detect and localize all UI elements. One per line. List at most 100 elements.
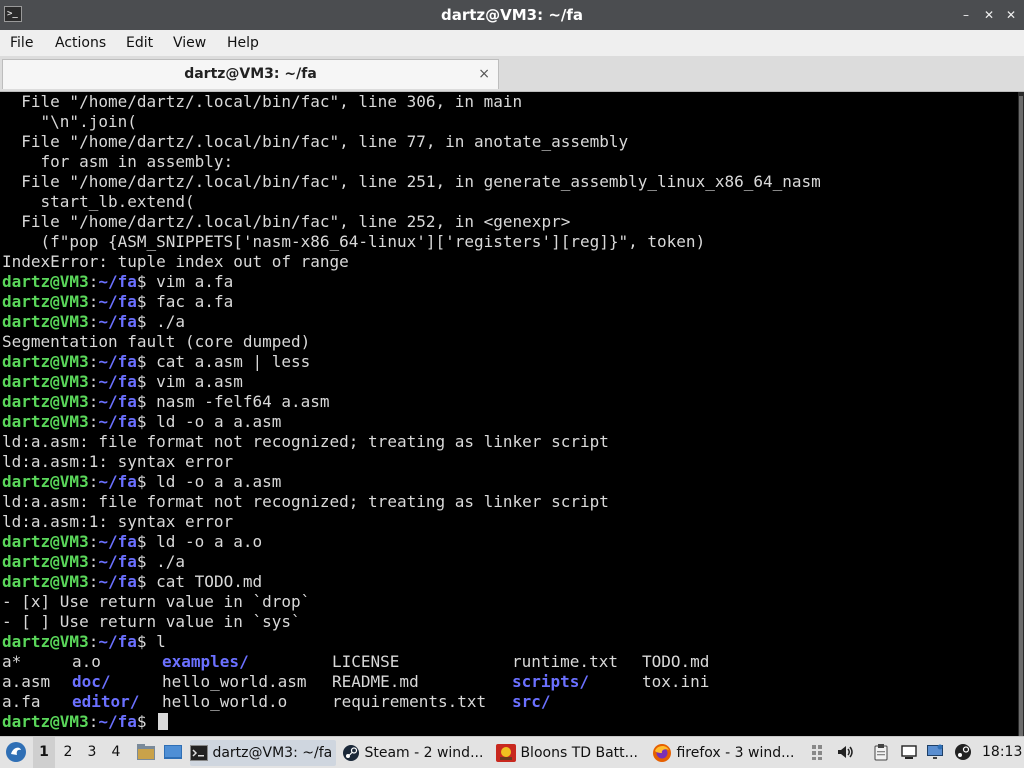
ls-file: hello_world.asm — [162, 672, 307, 691]
prompt-path: ~/fa — [98, 272, 137, 291]
task-terminal[interactable]: dartz@VM3: ~/fa — [190, 740, 336, 766]
prompt-user: dartz@VM3 — [2, 572, 89, 591]
tab-close-icon[interactable]: × — [478, 60, 490, 88]
prompt-user: dartz@VM3 — [2, 372, 89, 391]
ls-file: a.asm — [2, 672, 51, 691]
steam-tray-icon[interactable] — [954, 743, 972, 761]
prompt-line: dartz@VM3:~/fa$ ./a — [2, 312, 821, 332]
prompt-separator: : — [88, 372, 99, 391]
ls-file: a.fa — [2, 692, 41, 711]
menu-file[interactable]: File — [10, 30, 33, 56]
prompt-user: dartz@VM3 — [2, 392, 89, 411]
terminal-line: File "/home/dartz/.local/bin/fac", line … — [2, 92, 523, 111]
terminal-cursor — [158, 713, 169, 730]
prompt-line: dartz@VM3:~/fa$ cat TODO.md — [2, 572, 821, 592]
ls-directory: editor/ — [72, 692, 140, 711]
menu-edit[interactable]: Edit — [126, 30, 153, 56]
ls-directory: scripts/ — [512, 672, 590, 691]
clipboard-icon[interactable] — [872, 743, 890, 761]
minimize-button[interactable]: – — [955, 0, 977, 30]
prompt-path: ~/fa — [98, 412, 137, 431]
terminal-icon — [190, 745, 208, 761]
prompt-user: dartz@VM3 — [2, 712, 89, 731]
command-text: vim a.fa — [156, 272, 234, 291]
ls-directory: doc/ — [72, 672, 111, 691]
prompt-separator: : — [88, 712, 99, 731]
task-label: Steam - 2 wind... — [364, 745, 484, 761]
command-text: cat TODO.md — [156, 572, 263, 591]
terminal-line: ld:a.asm:1: syntax error — [2, 452, 234, 471]
terminal-tab[interactable]: dartz@VM3: ~/fa × — [2, 59, 499, 89]
ls-output-row: a* a.o examples/LICENSE runtime.txt TODO.md — [2, 652, 821, 672]
prompt-symbol: $ — [136, 572, 157, 591]
prompt-path: ~/fa — [98, 632, 137, 651]
prompt-path: ~/fa — [98, 392, 137, 411]
terminal-line: File "/home/dartz/.local/bin/fac", line … — [2, 172, 821, 191]
file-manager-launcher[interactable] — [134, 737, 158, 768]
command-text: fac a.fa — [156, 292, 234, 311]
prompt-separator: : — [88, 532, 99, 551]
terminal-line: Segmentation fault (core dumped) — [2, 332, 311, 351]
ls-directory: src/ — [512, 692, 551, 711]
prompt-separator: : — [88, 552, 99, 571]
prompt-symbol: $ — [136, 352, 157, 371]
prompt-symbol: $ — [136, 392, 157, 411]
workspace-2[interactable]: 2 — [57, 737, 79, 768]
menu-help[interactable]: Help — [227, 30, 259, 56]
prompt-separator: : — [88, 272, 99, 291]
ls-file: a.o — [72, 652, 101, 671]
grid-icon[interactable] — [810, 743, 828, 761]
prompt-user: dartz@VM3 — [2, 632, 89, 651]
task-steam[interactable]: Steam - 2 wind... — [342, 740, 490, 766]
ls-output-row: a.asm doc/hello_world.asm README.md scripts… — [2, 672, 821, 692]
workspace-3[interactable]: 3 — [81, 737, 103, 768]
prompt-line: dartz@VM3:~/fa$ ./a — [2, 552, 821, 572]
ls-file: hello_world.o — [162, 692, 288, 711]
scrollbar-thumb[interactable] — [1019, 96, 1023, 736]
network-icon[interactable] — [900, 743, 918, 761]
prompt-path: ~/fa — [98, 532, 137, 551]
terminal-scrollbar[interactable] — [1018, 92, 1024, 736]
window-titlebar[interactable]: >_ dartz@VM3: ~/fa – ✕ ✕ — [0, 0, 1024, 30]
workspace-4[interactable]: 4 — [105, 737, 127, 768]
task-firefox[interactable]: firefox - 3 wind... — [652, 740, 802, 766]
menu-view[interactable]: View — [173, 30, 206, 56]
prompt-user: dartz@VM3 — [2, 552, 89, 571]
task-bloons[interactable]: Bloons TD Batt... — [496, 740, 644, 766]
prompt-user: dartz@VM3 — [2, 352, 89, 371]
prompt-path: ~/fa — [98, 552, 137, 571]
ls-file: runtime.txt — [512, 652, 618, 671]
app-menu-button[interactable] — [2, 737, 30, 768]
terminal-output[interactable]: File "/home/dartz/.local/bin/fac", line … — [0, 92, 1018, 736]
prompt-path: ~/fa — [98, 352, 137, 371]
workspace-1[interactable]: 1 — [33, 737, 55, 768]
command-text: ld -o a a.asm — [156, 412, 282, 431]
prompt-path: ~/fa — [98, 472, 137, 491]
ls-file: a* — [2, 652, 22, 671]
prompt-separator: : — [88, 352, 99, 371]
prompt-symbol: $ — [136, 412, 157, 431]
maximize-button[interactable]: ✕ — [978, 0, 1000, 30]
show-desktop-button[interactable] — [160, 737, 186, 768]
menu-actions[interactable]: Actions — [55, 30, 106, 56]
clock[interactable]: 18:13 — [982, 737, 1022, 768]
prompt-symbol: $ — [136, 292, 157, 311]
terminal-line: start_lb.extend( — [2, 192, 195, 211]
prompt-symbol: $ — [136, 632, 157, 651]
prompt-path: ~/fa — [98, 372, 137, 391]
volume-icon[interactable] — [836, 743, 854, 761]
task-label: firefox - 3 wind... — [676, 745, 795, 761]
prompt-line: dartz@VM3:~/fa$ — [2, 712, 821, 732]
command-text: ld -o a a.asm — [156, 472, 282, 491]
prompt-separator: : — [88, 412, 99, 431]
ls-file: LICENSE — [332, 652, 400, 671]
monitor-icon[interactable] — [926, 743, 944, 761]
ls-directory: examples/ — [162, 652, 249, 671]
prompt-symbol: $ — [136, 712, 157, 731]
command-text: l — [156, 632, 166, 651]
prompt-symbol: $ — [136, 472, 157, 491]
desktop-icon — [164, 745, 182, 759]
close-window-button[interactable]: ✕ — [1000, 0, 1022, 30]
terminal-line: IndexError: tuple index out of range — [2, 252, 349, 271]
prompt-path: ~/fa — [98, 292, 137, 311]
